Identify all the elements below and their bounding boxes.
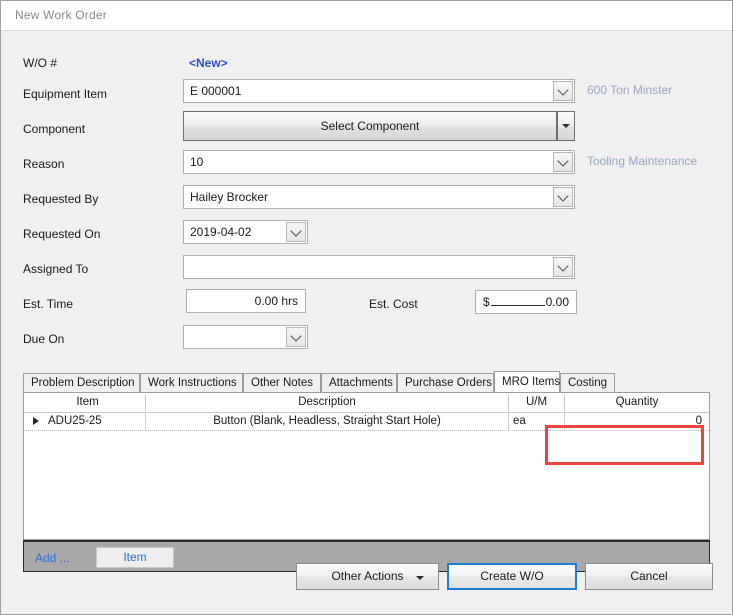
- grid-column-divider: [508, 413, 509, 431]
- requested-by-label: Requested By: [23, 192, 99, 206]
- reason-label: Reason: [23, 157, 65, 171]
- chevron-down-icon: [557, 260, 569, 272]
- form-surface: W/O # <New> Equipment Item E 000001 600 …: [1, 32, 732, 614]
- equipment-item-side-note: 600 Ton Minster: [587, 83, 673, 97]
- tab-work-instructions[interactable]: Work Instructions: [140, 373, 243, 392]
- requested-by-dropdown-button[interactable]: [553, 187, 573, 207]
- header-separator: [564, 395, 565, 411]
- component-dropdown-button[interactable]: [557, 111, 575, 141]
- cancel-button[interactable]: Cancel: [585, 563, 713, 590]
- header-separator: [508, 395, 509, 411]
- mro-items-grid: Item Description U/M Quantity ADU25-25 B…: [23, 392, 710, 540]
- equipment-item-label: Equipment Item: [23, 87, 108, 101]
- requested-on-datepicker[interactable]: 2019-04-02: [183, 220, 308, 244]
- assigned-to-combobox[interactable]: [183, 255, 575, 279]
- equipment-item-dropdown-button[interactable]: [553, 81, 573, 101]
- est-time-input[interactable]: 0.00 hrs: [186, 289, 306, 313]
- grid-column-divider: [145, 413, 146, 431]
- header-separator: [145, 395, 146, 411]
- equipment-item-value: E 000001: [190, 84, 242, 98]
- new-work-order-window: New Work Order W/O # <New> Equipment Ite…: [0, 0, 733, 615]
- add-item-button[interactable]: Item: [96, 547, 174, 568]
- chevron-down-icon: [290, 225, 302, 237]
- requested-on-label: Requested On: [23, 227, 101, 241]
- chevron-down-icon: [557, 155, 569, 167]
- requested-on-dropdown-button[interactable]: [286, 222, 306, 242]
- est-cost-masked-value: $ 0.00: [476, 294, 576, 309]
- cell-quantity[interactable]: 0: [565, 413, 702, 431]
- tabstrip: Problem Description Work Instructions Ot…: [23, 371, 710, 392]
- due-on-label: Due On: [23, 332, 65, 346]
- est-cost-input[interactable]: $ 0.00: [475, 290, 577, 314]
- grid-header-row: Item Description U/M Quantity: [24, 393, 709, 413]
- reason-side-note: Tooling Maintenance: [587, 154, 698, 168]
- other-actions-button[interactable]: Other Actions: [296, 563, 439, 590]
- grid-header-item[interactable]: Item: [30, 393, 145, 412]
- component-label: Component: [23, 122, 86, 136]
- est-cost-label: Est. Cost: [369, 297, 418, 311]
- chevron-down-icon: [557, 190, 569, 202]
- cell-description: Button (Blank, Headless, Straight Start …: [213, 415, 441, 427]
- tab-problem-description[interactable]: Problem Description: [23, 373, 140, 392]
- chevron-down-icon: [557, 84, 569, 96]
- tab-other-notes[interactable]: Other Notes: [243, 373, 321, 392]
- window-title: New Work Order: [15, 8, 107, 22]
- window-titlebar: New Work Order: [1, 1, 732, 31]
- caret-down-icon: [416, 576, 424, 580]
- reason-value: 10: [190, 155, 204, 169]
- grid-header-quantity[interactable]: Quantity: [565, 393, 709, 412]
- due-on-datepicker[interactable]: [183, 325, 308, 349]
- caret-down-icon: [562, 124, 570, 128]
- est-time-label: Est. Time: [23, 297, 74, 311]
- tab-attachments[interactable]: Attachments: [321, 373, 397, 392]
- wo-number-value: <New>: [189, 56, 228, 70]
- wo-number-label: W/O #: [23, 56, 58, 70]
- grid-header-um[interactable]: U/M: [509, 393, 564, 412]
- est-time-value: 0.00 hrs: [254, 294, 298, 308]
- cost-fill-underline: [490, 294, 545, 306]
- currency-symbol: $: [483, 295, 490, 309]
- chevron-down-icon: [290, 330, 302, 342]
- requested-by-combobox[interactable]: Hailey Brocker: [183, 185, 575, 209]
- tab-purchase-orders[interactable]: Purchase Orders: [397, 373, 494, 392]
- reason-combobox[interactable]: 10: [183, 150, 575, 174]
- due-on-dropdown-button[interactable]: [286, 327, 306, 347]
- cell-um: ea: [513, 415, 526, 427]
- tab-mro-items[interactable]: MRO Items: [494, 371, 560, 392]
- requested-by-value: Hailey Brocker: [190, 190, 269, 204]
- other-actions-label: Other Actions: [331, 569, 404, 583]
- grid-header-description[interactable]: Description: [146, 393, 508, 412]
- cell-item: ADU25-25: [48, 415, 102, 427]
- est-cost-amount: 0.00: [545, 295, 569, 309]
- select-component-button[interactable]: Select Component: [183, 111, 557, 141]
- reason-dropdown-button[interactable]: [553, 152, 573, 172]
- requested-on-value: 2019-04-02: [190, 225, 252, 239]
- equipment-item-combobox[interactable]: E 000001: [183, 79, 575, 103]
- add-link[interactable]: Add ...: [35, 551, 70, 565]
- assigned-to-label: Assigned To: [23, 262, 89, 276]
- row-indicator-icon: [33, 417, 39, 425]
- create-wo-button[interactable]: Create W/O: [447, 563, 577, 590]
- assigned-to-dropdown-button[interactable]: [553, 257, 573, 277]
- tab-costing[interactable]: Costing: [560, 373, 615, 392]
- grid-column-divider: [564, 413, 565, 431]
- table-row[interactable]: ADU25-25 Button (Blank, Headless, Straig…: [24, 413, 709, 431]
